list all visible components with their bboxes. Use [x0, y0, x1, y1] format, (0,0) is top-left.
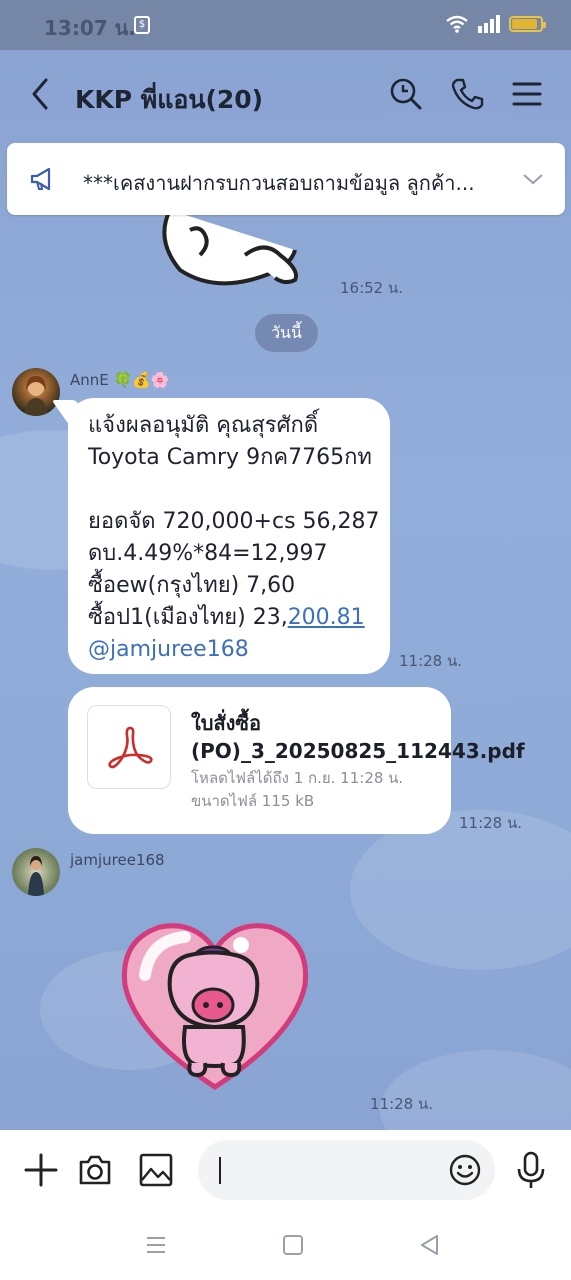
camera-icon[interactable]: [77, 1152, 113, 1188]
file-message-bubble[interactable]: ใบสั่งซื้อ (PO)_3_20250825_112443.pdf โห…: [68, 687, 525, 834]
image-icon[interactable]: [138, 1152, 174, 1188]
status-time: 13:07 น.: [44, 16, 136, 40]
message-line: ดบ.4.49%*84=12,997: [88, 541, 328, 566]
phone-number-link[interactable]: 200.81: [288, 605, 365, 630]
avatar[interactable]: [12, 368, 60, 416]
status-bar: 13:07 น. $: [0, 0, 571, 50]
file-size: ขนาดไฟล์ 115 kB: [191, 792, 315, 810]
announcement-banner[interactable]: ***เคสงานฝากรบกวนสอบถามข้อมูล ลูกค้า...: [7, 143, 565, 215]
back-arrow-icon[interactable]: [26, 74, 56, 114]
announcement-text: ***เคสงานฝากรบกวนสอบถามข้อมูล ลูกค้า...: [83, 171, 475, 195]
plus-icon[interactable]: [24, 1153, 58, 1187]
message-line-text: ซื้อป1(เมืองไทย) 23,: [88, 605, 288, 630]
message-line: [88, 474, 370, 506]
message-time: 11:28 น.: [399, 652, 463, 670]
status-icons: [445, 14, 546, 34]
input-bar: [0, 1130, 571, 1210]
pdf-file-icon: [87, 705, 171, 789]
file-expiry: โหลดไฟล์ได้ถึง 1 ก.ย. 11:28 น.: [191, 769, 404, 787]
file-name: ใบสั่งซื้อ (PO)_3_20250825_112443.pdf: [191, 711, 525, 763]
search-icon[interactable]: [388, 76, 424, 112]
acrobat-icon: [108, 726, 153, 769]
message-time: 16:52 น.: [340, 279, 404, 297]
message-time: 11:28 น.: [370, 1095, 434, 1113]
message-line: Toyota Camry 9กค7765กท: [88, 445, 372, 470]
home-icon[interactable]: [282, 1234, 304, 1256]
chat-title[interactable]: KKP พี่แอน(20): [75, 80, 263, 120]
back-nav-icon[interactable]: [418, 1234, 440, 1256]
message-time: 11:28 น.: [459, 814, 523, 832]
date-separator: วันนี้: [255, 314, 318, 352]
system-nav-bar: [0, 1210, 571, 1280]
recent-apps-icon[interactable]: [145, 1234, 167, 1256]
mention-link[interactable]: @jamjuree168: [88, 634, 370, 666]
text-message-bubble[interactable]: แจ้งผลอนุมัติ คุณสุรศักดิ์ Toyota Camry …: [51, 398, 390, 674]
chat-header: KKP พี่แอน(20): [0, 50, 571, 140]
avatar-image: [24, 376, 48, 416]
wifi-icon: [446, 15, 468, 33]
menu-icon[interactable]: [509, 76, 545, 112]
file-meta: โหลดไฟล์ได้ถึง 1 ก.ย. 11:28 น. ขนาดไฟล์ …: [191, 767, 403, 813]
battery-icon: [509, 16, 546, 32]
message-line: ยอดจัด 720,000+cs 56,287: [88, 509, 380, 534]
megaphone-icon: [30, 167, 51, 191]
emoji-icon[interactable]: [449, 1154, 481, 1186]
sender-name: jamjuree168: [70, 851, 165, 869]
signal-icon: [478, 15, 500, 33]
sender-name: AnnE 🍀💰🌸: [70, 371, 170, 389]
message-line: ซื้อป1(เมืองไทย) 23,200.81: [88, 602, 370, 634]
message-line: ซื้อew(กรุงไทย) 7,60: [88, 573, 296, 598]
shopping-bag-icon: $: [134, 16, 150, 34]
heart-character-sticker[interactable]: [115, 915, 315, 1095]
avatar-image: [28, 856, 44, 896]
text-caret: [219, 1157, 221, 1184]
message-line: แจ้งผลอนุมัติ คุณสุรศักดิ์: [88, 413, 319, 438]
microphone-icon[interactable]: [515, 1150, 547, 1190]
phone-icon[interactable]: [449, 76, 485, 112]
avatar[interactable]: [12, 848, 60, 896]
message-input[interactable]: [198, 1140, 495, 1200]
chevron-down-icon[interactable]: [521, 167, 545, 191]
